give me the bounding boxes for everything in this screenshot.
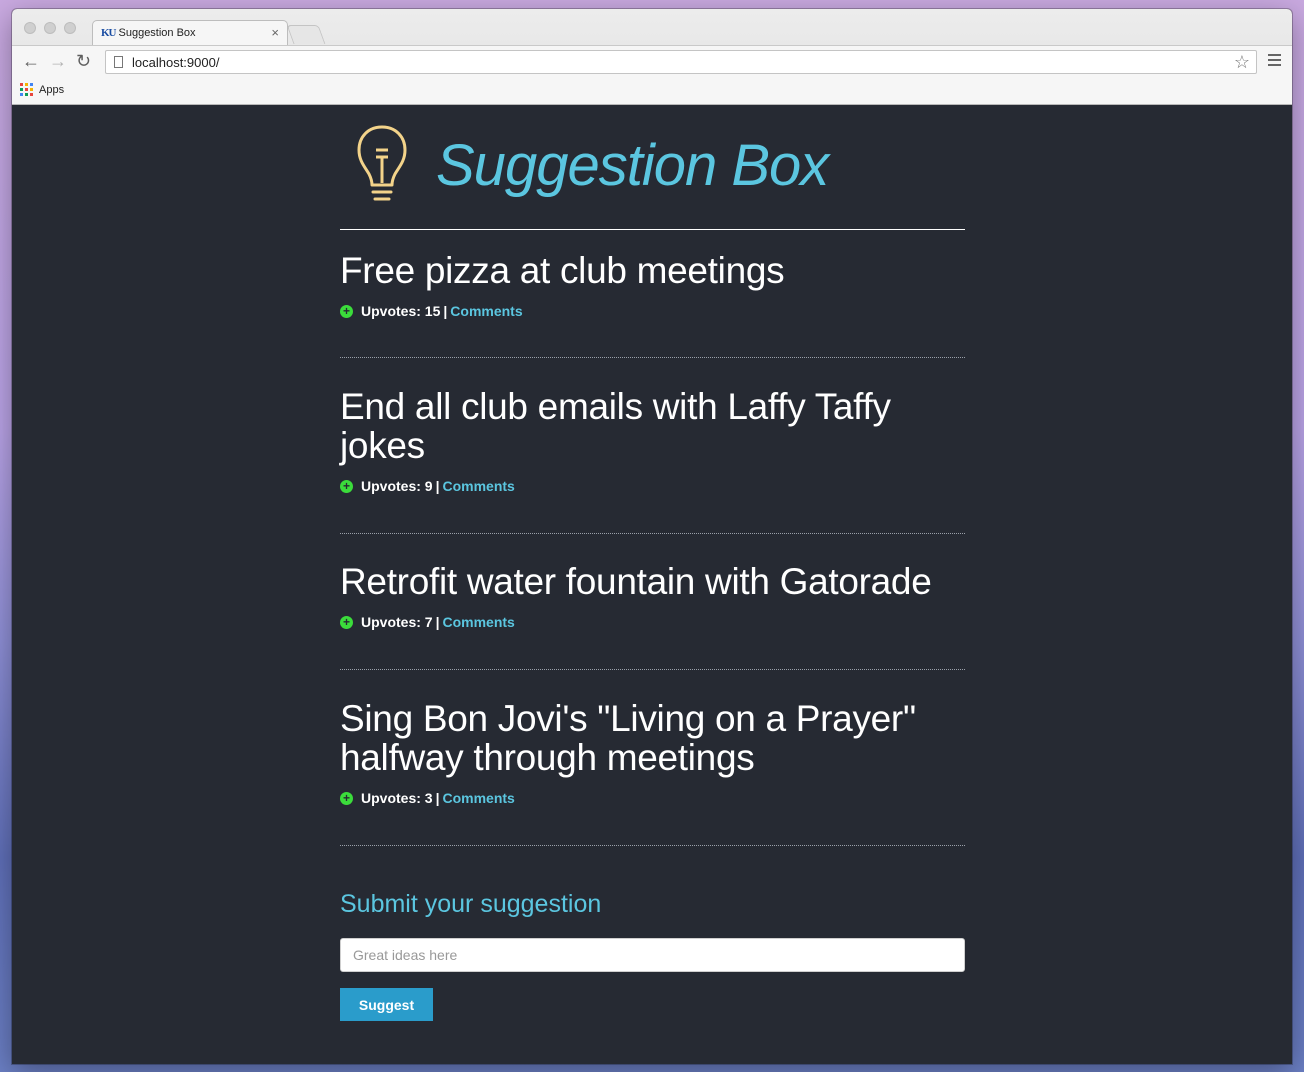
comments-link[interactable]: Comments [443, 478, 515, 494]
separator: | [435, 790, 440, 806]
page-content: Suggestion Box Free pizza at club meetin… [340, 104, 965, 1021]
suggestion-input[interactable] [340, 938, 965, 972]
suggestion-title: Free pizza at club meetings [340, 250, 785, 291]
submit-heading: Submit your suggestion [340, 890, 602, 918]
forward-arrow-icon[interactable]: → [49, 51, 67, 71]
suggest-button[interactable]: Suggest [340, 988, 433, 1021]
upvote-plus-icon[interactable]: + [340, 479, 353, 493]
upvote-plus-icon[interactable]: + [340, 304, 353, 318]
new-tab-button[interactable] [286, 25, 326, 44]
zoom-window-button[interactable] [64, 22, 76, 34]
address-bar[interactable]: localhost:9000/ ☆ [105, 50, 1257, 74]
separator: | [443, 303, 448, 319]
apps-shortcut[interactable]: Apps [20, 83, 64, 96]
browser-window: KU Suggestion Box × ← → ↻ localhost:9000… [12, 9, 1292, 1064]
suggestion-item: End all club emails with Laffy Taffy jok… [340, 358, 965, 534]
tab-suggestion-box[interactable]: KU Suggestion Box × [92, 20, 288, 45]
url-text: localhost:9000/ [132, 54, 220, 70]
comments-link[interactable]: Comments [443, 790, 515, 806]
reload-icon[interactable]: ↻ [76, 51, 91, 71]
menu-icon[interactable] [1268, 54, 1281, 69]
lightbulb-icon [357, 125, 407, 201]
apps-label: Apps [39, 83, 65, 96]
comments-link[interactable]: Comments [443, 614, 515, 630]
browser-chrome: KU Suggestion Box × ← → ↻ localhost:9000… [12, 9, 1292, 105]
suggestion-meta: + Upvotes: 9 | Comments [340, 478, 965, 494]
suggestion-item: Sing Bon Jovi's "Living on a Prayer" hal… [340, 670, 965, 846]
window-controls [24, 22, 76, 34]
apps-grid-icon [20, 83, 33, 96]
ku-favicon-icon: KU [101, 27, 116, 39]
minimize-window-button[interactable] [44, 22, 56, 34]
back-arrow-icon[interactable]: ← [22, 51, 40, 71]
separator: | [435, 478, 440, 494]
upvote-plus-icon[interactable]: + [340, 791, 353, 805]
upvote-count: Upvotes: 15 [361, 303, 441, 319]
upvote-count: Upvotes: 3 [361, 790, 433, 806]
close-window-button[interactable] [24, 22, 36, 34]
suggestion-title: End all club emails with Laffy Taffy jok… [340, 386, 891, 466]
site-header: Suggestion Box [340, 104, 965, 230]
bookmark-star-icon[interactable]: ☆ [1234, 52, 1250, 73]
separator: | [435, 614, 440, 630]
site-title: Suggestion Box [436, 133, 829, 198]
comments-link[interactable]: Comments [450, 303, 522, 319]
tab-title: Suggestion Box [118, 27, 196, 39]
suggestion-meta: + Upvotes: 7 | Comments [340, 614, 965, 630]
suggestion-item: Free pizza at club meetings + Upvotes: 1… [340, 230, 965, 358]
suggestion-item: Retrofit water fountain with Gatorade + … [340, 534, 965, 670]
suggestion-meta: + Upvotes: 3 | Comments [340, 790, 965, 806]
upvote-plus-icon[interactable]: + [340, 615, 353, 629]
suggestion-title: Retrofit water fountain with Gatorade [340, 561, 932, 602]
page-icon [114, 56, 123, 68]
browser-toolbar: ← → ↻ localhost:9000/ ☆ [12, 45, 1292, 79]
bookmarks-bar: Apps [12, 79, 1292, 104]
suggestion-meta: + Upvotes: 15 | Comments [340, 303, 965, 319]
upvote-count: Upvotes: 7 [361, 614, 433, 630]
suggestion-title: Sing Bon Jovi's "Living on a Prayer" hal… [340, 698, 916, 778]
upvote-count: Upvotes: 9 [361, 478, 433, 494]
tab-close-icon[interactable]: × [271, 25, 279, 40]
